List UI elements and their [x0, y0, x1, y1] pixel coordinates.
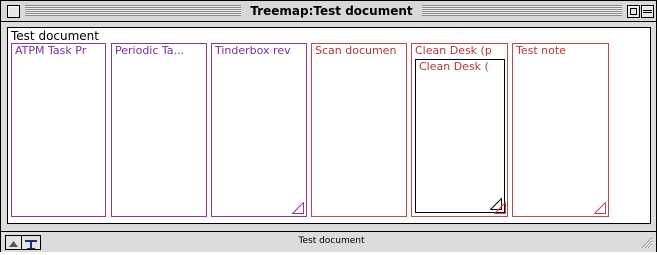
note-label: ATPM Task Pr	[15, 44, 87, 57]
treemap-note-tinderbox-review[interactable]: Tinderbox rev	[211, 43, 307, 217]
title-stripes-left	[25, 5, 241, 16]
treemap-window: Treemap:Test document Test document ATPM…	[0, 0, 657, 252]
note-label: Scan documen	[315, 44, 397, 57]
monitor-icon[interactable]	[21, 235, 41, 250]
grow-box-icon[interactable]	[594, 202, 606, 214]
treemap-note-test-note[interactable]: Test note	[512, 43, 609, 217]
note-label: Test note	[516, 44, 566, 57]
zoom-box-icon[interactable]	[627, 5, 640, 18]
note-label: Clean Desk (p	[415, 44, 492, 57]
home-arrow-icon[interactable]	[5, 235, 22, 250]
note-label: Tinderbox rev	[215, 44, 291, 57]
treemap-child-note-clean-desk[interactable]: Clean Desk (	[415, 59, 505, 213]
treemap-note-periodic-tasks[interactable]: Periodic Ta...	[111, 43, 207, 217]
treemap-canvas[interactable]: Test document ATPM Task Pr Periodic Ta..…	[7, 27, 651, 224]
collapse-box-icon[interactable]	[641, 5, 654, 18]
treemap-note-atpm-task[interactable]: ATPM Task Pr	[11, 43, 106, 217]
status-bar: Test document	[1, 231, 656, 252]
close-box-icon[interactable]	[7, 5, 20, 18]
status-text: Test document	[298, 236, 365, 246]
title-bar[interactable]: Treemap:Test document	[1, 1, 656, 22]
treemap-note-scan-documents[interactable]: Scan documen	[311, 43, 407, 217]
root-note-title: Test document	[11, 29, 99, 43]
window-title: Treemap:Test document	[241, 3, 422, 19]
child-note-label: Clean Desk (	[419, 60, 489, 73]
grow-box-icon[interactable]	[292, 202, 304, 214]
grow-box-icon[interactable]	[494, 202, 506, 214]
resize-grip-icon[interactable]	[639, 235, 653, 249]
treemap-note-clean-desk[interactable]: Clean Desk (p Clean Desk (	[411, 43, 508, 217]
note-label: Periodic Ta...	[115, 44, 185, 57]
title-stripes-right	[422, 5, 622, 16]
